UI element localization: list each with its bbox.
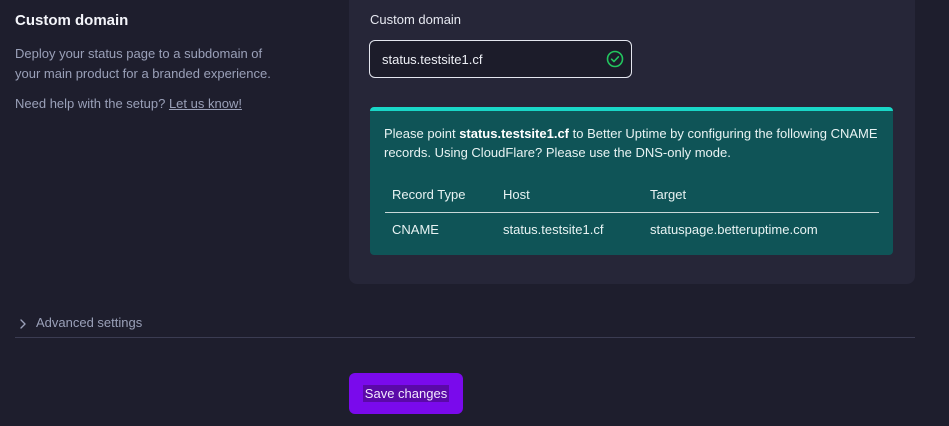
column-header-target: Target xyxy=(643,176,879,213)
table-header-row: Record Type Host Target xyxy=(385,176,879,213)
dns-instructions-text: Please point status.testsite1.cf to Bett… xyxy=(384,124,879,162)
host-cell: status.testsite1.cf xyxy=(503,222,604,237)
help-text: Need help with the setup? Let us know! xyxy=(15,94,285,113)
custom-domain-field[interactable] xyxy=(369,40,632,78)
custom-domain-input[interactable] xyxy=(382,41,592,77)
advanced-settings-label: Advanced settings xyxy=(36,315,143,330)
dns-records-table: Record Type Host Target CNAME status.tes… xyxy=(385,176,879,246)
dns-instructions-box: Please point status.testsite1.cf to Bett… xyxy=(370,107,893,255)
advanced-settings-toggle[interactable]: Advanced settings xyxy=(15,312,915,338)
record-type-cell: CNAME xyxy=(392,222,439,237)
custom-domain-card: Custom domain Please point status.testsi… xyxy=(349,0,915,284)
chevron-right-icon xyxy=(20,319,26,329)
table-row: CNAME status.testsite1.cf statuspage.bet… xyxy=(385,213,879,247)
let-us-know-link[interactable]: Let us know! xyxy=(169,96,242,111)
instruction-prefix: Please point xyxy=(384,126,456,141)
custom-domain-label: Custom domain xyxy=(370,12,462,27)
custom-domain-settings-page: Custom domain Deploy your status page to… xyxy=(0,0,949,426)
section-intro: Custom domain Deploy your status page to… xyxy=(15,12,285,113)
save-changes-label: Save changes xyxy=(362,385,450,402)
column-header-host: Host xyxy=(496,176,643,213)
check-circle-icon xyxy=(606,50,624,68)
save-changes-button[interactable]: Save changes xyxy=(349,373,463,414)
target-cell: statuspage.betteruptime.com xyxy=(650,222,818,237)
help-prefix: Need help with the setup? xyxy=(15,96,166,111)
column-header-record-type: Record Type xyxy=(385,176,496,213)
section-description: Deploy your status page to a subdomain o… xyxy=(15,46,271,81)
section-title: Custom domain xyxy=(15,12,129,29)
instruction-domain: status.testsite1.cf xyxy=(459,126,570,141)
